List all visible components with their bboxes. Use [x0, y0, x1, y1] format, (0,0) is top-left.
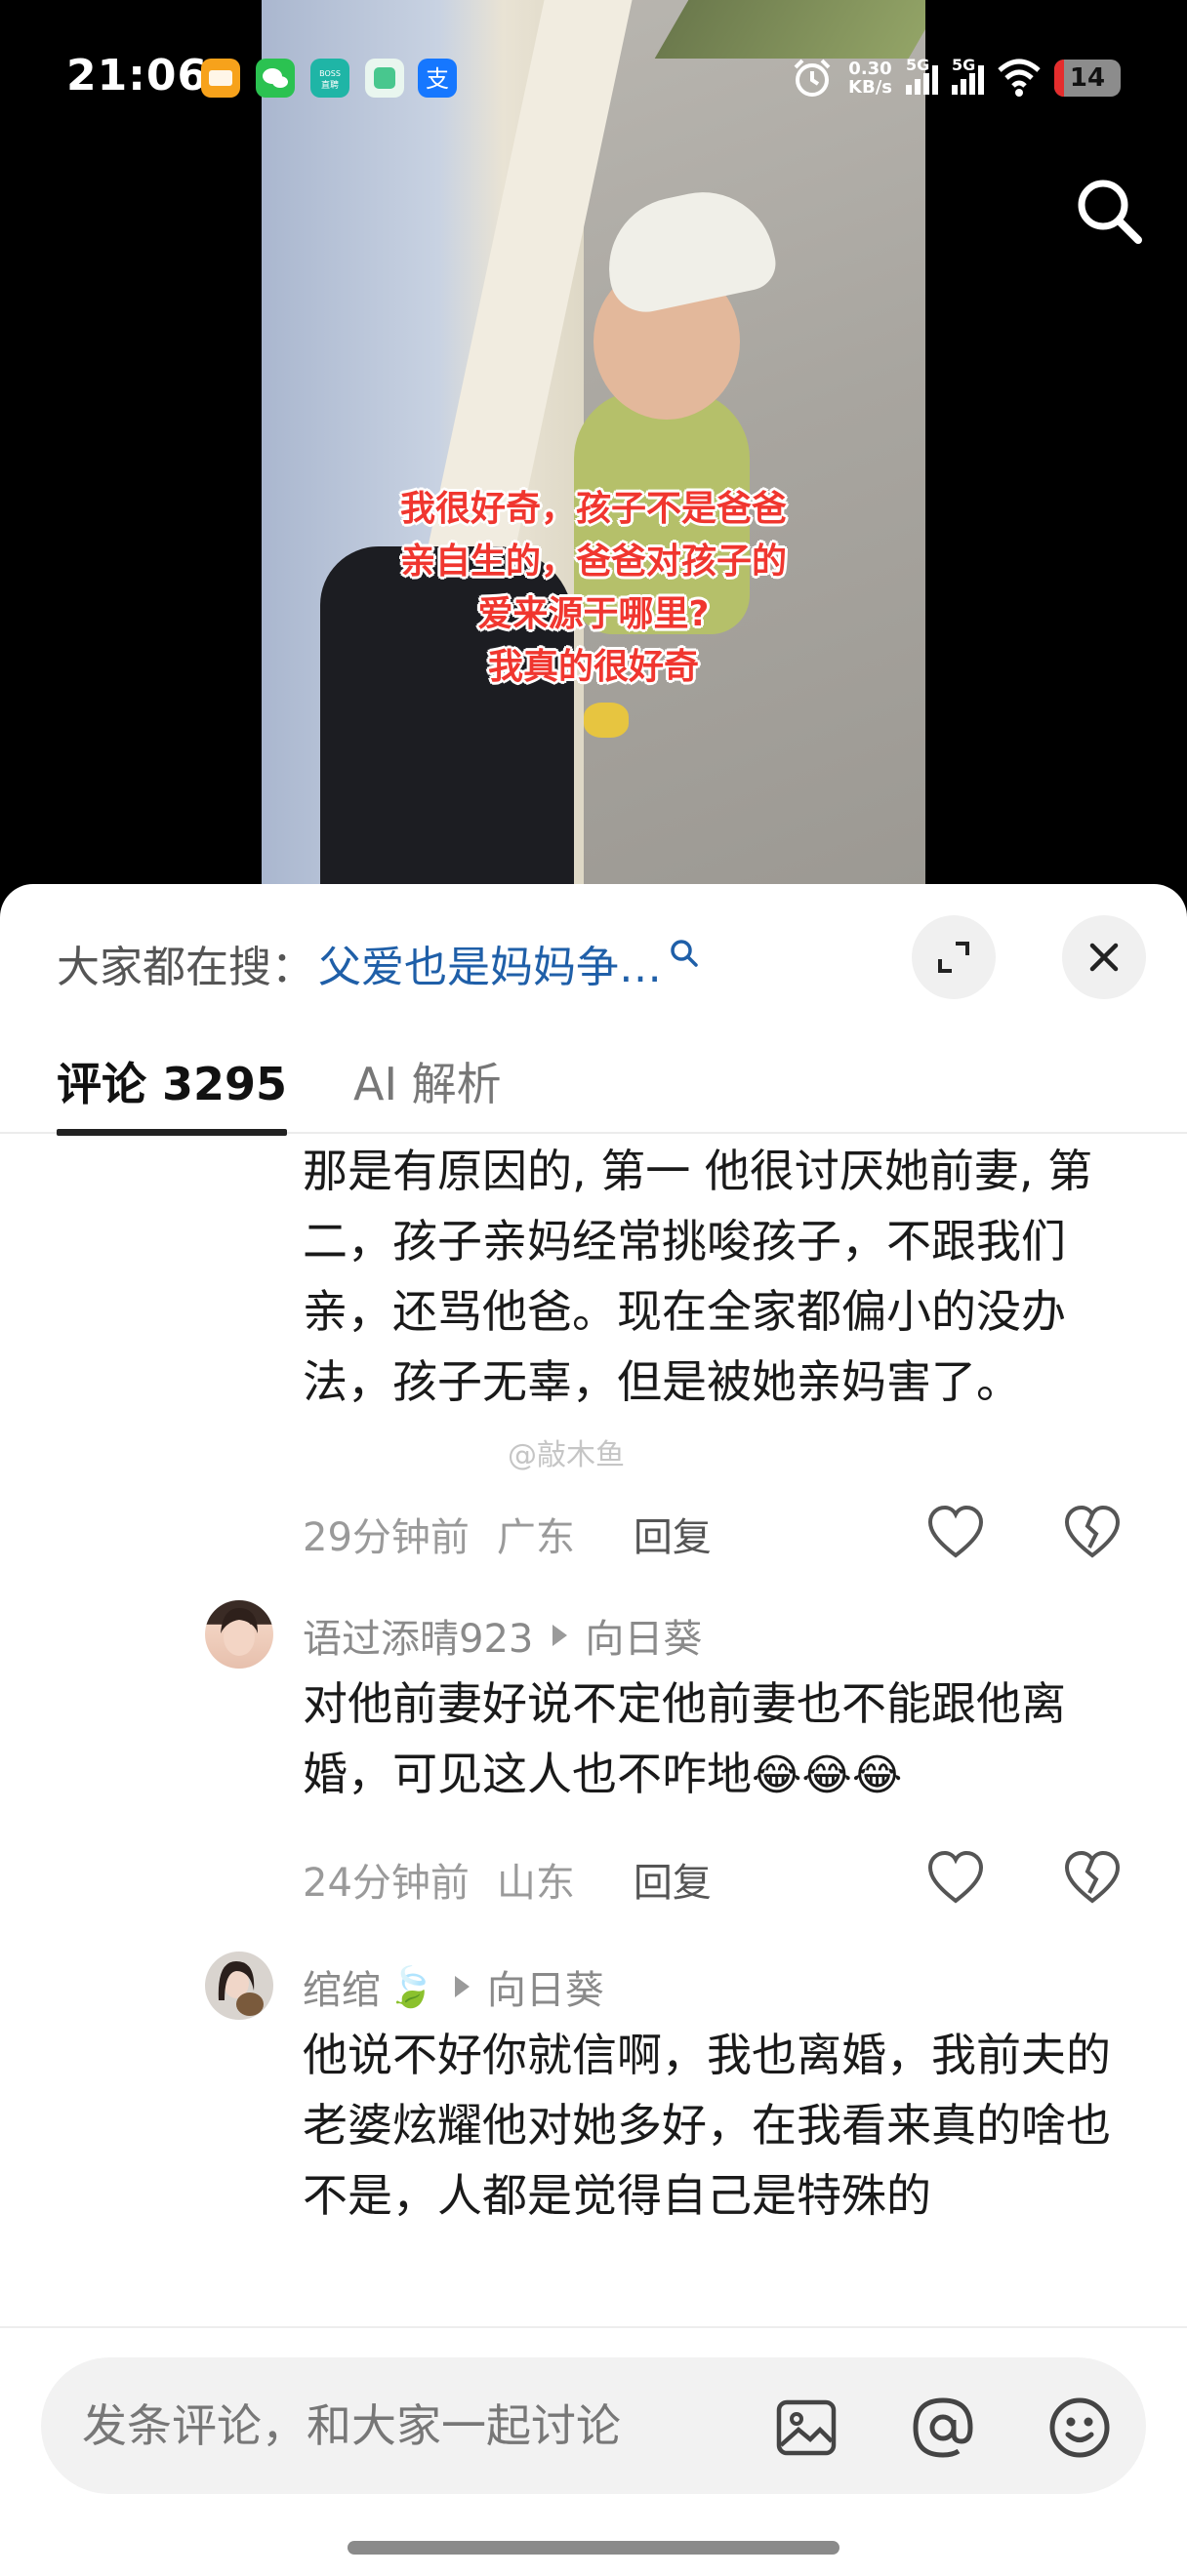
- dislike-broken-heart-icon[interactable]: [1062, 1848, 1123, 1909]
- signal-icon: 5G: [906, 56, 938, 95]
- comment-meta: 29分钟前 广东 回复: [303, 1505, 712, 1563]
- video-caption: 我很好奇，孩子不是爸爸 亲自生的，爸爸对孩子的 爱来源于哪里? 我真的很好奇: [262, 483, 925, 694]
- child-shoe: [584, 703, 629, 738]
- search-icon: [1078, 180, 1142, 244]
- comment-location: 山东: [496, 1861, 575, 1906]
- comment-text: 他说不好你就信啊，我也离婚，我前夫的老婆炫耀他对她多好，在我看来真的啥也不是，人…: [303, 2029, 1111, 2222]
- reply-button[interactable]: 回复: [634, 1506, 712, 1562]
- status-bar: 21:06 BOSS 直聘 支 0.30 KB/s 5G 5G 14: [0, 43, 1187, 113]
- mention-icon[interactable]: [908, 2393, 978, 2463]
- caption-line: 我真的很好奇: [487, 647, 699, 687]
- boss-zhipin-icon: BOSS 直聘: [310, 59, 349, 98]
- status-indicators: 0.30 KB/s 5G 5G 14: [790, 51, 1121, 105]
- caption-line: 爱来源于哪里?: [477, 594, 710, 634]
- leaf-badge-icon: 🍃: [387, 1964, 435, 2010]
- comment-header: 语过添晴923 向日葵: [303, 1606, 702, 1665]
- svg-text:BOSS: BOSS: [319, 69, 341, 78]
- comment-location: 广东: [496, 1515, 575, 1560]
- image-icon[interactable]: [771, 2393, 841, 2463]
- caption-line: 亲自生的，爸爸对孩子的: [399, 542, 787, 582]
- hot-search-query[interactable]: 父爱也是妈妈争…: [318, 932, 662, 994]
- hot-search-label: 大家都在搜：: [57, 943, 314, 992]
- hot-search-bar[interactable]: 大家都在搜： 父爱也是妈妈争…: [57, 929, 701, 997]
- network-speed-value: 0.30: [848, 59, 892, 79]
- signal-2-label: 5G: [952, 56, 976, 74]
- comment-input-placeholder: 发条评论，和大家一起讨论: [82, 2399, 621, 2452]
- watermark: @敲木鱼: [508, 1438, 625, 1472]
- alipay-icon: 支: [418, 59, 457, 98]
- comment-input[interactable]: 发条评论，和大家一起讨论: [41, 2357, 1146, 2494]
- green-app-icon: [365, 59, 404, 98]
- reply-arrow-icon: [553, 1625, 568, 1646]
- wechat-icon: [256, 59, 295, 98]
- avatar[interactable]: [205, 1600, 273, 1669]
- comment-header: 绾绾 🍃 向日葵: [303, 1957, 604, 2016]
- comment-sheet: 大家都在搜： 父爱也是妈妈争… 评论 3295 AI 解析 @敲木鱼 那是有原因…: [0, 884, 1187, 2576]
- dislike-broken-heart-icon[interactable]: [1062, 1503, 1123, 1563]
- tab-bar: 评论 3295 AI 解析: [0, 1040, 1187, 1136]
- comment-input-bar: 发条评论，和大家一起讨论: [0, 2326, 1187, 2576]
- signal-1-label: 5G: [906, 56, 930, 74]
- search-icon[interactable]: [668, 937, 701, 970]
- reply-button[interactable]: 回复: [634, 1851, 712, 1908]
- avatar-portrait-icon: [221, 1608, 258, 1656]
- expand-icon: [938, 942, 969, 973]
- video-frame: [262, 0, 925, 888]
- comment-meta: 24分钟前 山东 回复: [303, 1850, 712, 1909]
- comment-time: 24分钟前: [303, 1861, 470, 1906]
- comment-text-content: 对他前妻好说不定他前妻也不能跟他离婚，可见这人也不咋地: [303, 1677, 1066, 1800]
- reply-to-username[interactable]: 向日葵: [487, 1958, 604, 2015]
- caption-line: 我很好奇，孩子不是爸爸: [399, 489, 787, 529]
- comment-time: 29分钟前: [303, 1515, 470, 1560]
- wifi-icon: [998, 59, 1041, 97]
- comment-username[interactable]: 语过添晴923: [303, 1607, 533, 1664]
- close-button[interactable]: [1062, 915, 1146, 999]
- avatar-portrait-icon: [218, 1961, 264, 2016]
- reply-to-username[interactable]: 向日葵: [585, 1607, 702, 1664]
- battery-icon: 14: [1054, 60, 1121, 97]
- comment-username[interactable]: 绾绾: [303, 1958, 381, 2015]
- video-player[interactable]: 我很好奇，孩子不是爸爸 亲自生的，爸爸对孩子的 爱来源于哪里? 我真的很好奇 2…: [0, 0, 1187, 888]
- expand-button[interactable]: [912, 915, 996, 999]
- clock: 21:06: [66, 51, 209, 101]
- network-speed-unit: KB/s: [848, 77, 892, 98]
- alarm-icon: [794, 59, 831, 97]
- comment-text: 对他前妻好说不定他前妻也不能跟他离婚，可见这人也不咋地😂😂😂: [303, 1669, 1142, 1811]
- svg-text:直聘: 直聘: [321, 79, 339, 91]
- tab-ai-analysis[interactable]: AI 解析: [353, 1050, 502, 1128]
- like-heart-icon[interactable]: [925, 1503, 986, 1563]
- emoji-icon[interactable]: [1044, 2393, 1115, 2463]
- home-indicator[interactable]: [348, 2541, 839, 2555]
- like-heart-icon[interactable]: [925, 1848, 986, 1909]
- avatar[interactable]: [205, 1952, 273, 2020]
- tab-comments[interactable]: 评论 3295: [57, 1050, 288, 1136]
- comment-text: 那是有原因的, 第一 他很讨厌她前妻, 第二，孩子亲妈经常挑唆孩子，不跟我们亲，…: [303, 1145, 1093, 1408]
- close-icon: [1089, 943, 1119, 972]
- orange-app-icon: [201, 59, 240, 98]
- network-speed: 0.30 KB/s: [848, 60, 892, 97]
- battery-percent: 14: [1069, 63, 1106, 93]
- search-button[interactable]: [1070, 172, 1148, 250]
- comment-list[interactable]: @敲木鱼 那是有原因的, 第一 他很讨厌她前妻, 第二，孩子亲妈经常挑唆孩子，不…: [0, 1136, 1187, 2233]
- laughing-crying-emoji: 😂😂😂: [752, 1751, 903, 1800]
- reply-arrow-icon: [454, 1976, 470, 1997]
- battery-level: [1054, 60, 1064, 97]
- svg-text:支: 支: [426, 65, 449, 93]
- signal-icon: 5G: [952, 56, 984, 95]
